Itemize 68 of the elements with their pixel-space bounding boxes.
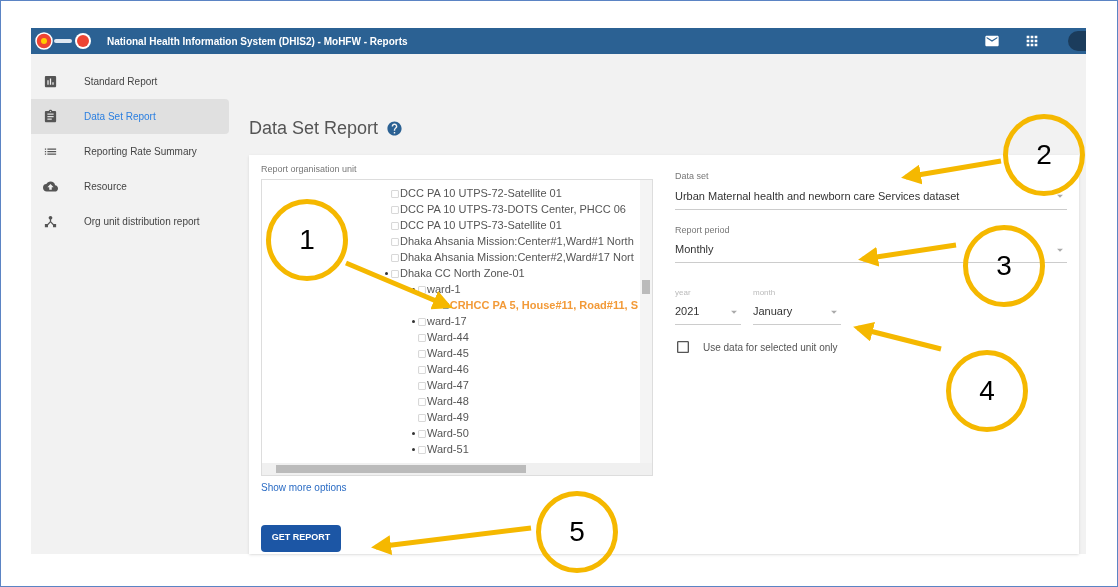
checkbox[interactable] bbox=[390, 236, 400, 247]
annotation-callout: 1 bbox=[266, 199, 348, 281]
tree-item[interactable]: Dhaka Ahsania Mission:Center#2,Ward#17 Nort bbox=[400, 249, 634, 266]
checkbox[interactable] bbox=[390, 268, 400, 279]
expand-bullet-icon[interactable] bbox=[411, 448, 415, 451]
tree-item[interactable]: DCC PA 10 UTPS-72-Satellite 01 bbox=[400, 185, 562, 202]
help-icon[interactable] bbox=[386, 119, 404, 137]
tree-item[interactable]: DCC PA 10 UTPS-73-Satellite 01 bbox=[400, 217, 562, 234]
annotation-callout: 2 bbox=[1003, 114, 1085, 196]
tree-item[interactable]: Ward-47 bbox=[427, 377, 469, 394]
checkbox[interactable] bbox=[417, 428, 427, 439]
expand-bullet-icon[interactable] bbox=[411, 432, 415, 435]
checkbox-label: Use data for selected unit only bbox=[703, 340, 838, 355]
checkbox[interactable] bbox=[390, 188, 400, 199]
checkbox[interactable] bbox=[417, 284, 427, 295]
year-select[interactable]: 2021 bbox=[675, 299, 741, 325]
tree-item[interactable]: Dhaka CC North Zone-01 bbox=[400, 265, 525, 282]
checkbox[interactable] bbox=[390, 204, 400, 215]
checkbox[interactable] bbox=[417, 412, 427, 423]
apps-grid-icon[interactable] bbox=[1024, 33, 1040, 49]
chart-icon bbox=[43, 74, 58, 89]
expand-bullet-icon[interactable] bbox=[411, 320, 415, 323]
tree-item[interactable]: Ward-51 bbox=[427, 441, 469, 458]
checkbox[interactable] bbox=[417, 316, 427, 327]
clipboard-icon bbox=[43, 109, 58, 124]
network-icon bbox=[43, 214, 58, 229]
checkbox[interactable] bbox=[390, 220, 400, 231]
sidebar-item[interactable]: Org unit distribution report bbox=[31, 204, 229, 239]
tree-item[interactable]: Ward-44 bbox=[427, 329, 469, 346]
tree-item[interactable]: Ward-48 bbox=[427, 393, 469, 410]
vertical-scrollbar[interactable] bbox=[640, 179, 652, 464]
checkbox[interactable] bbox=[417, 364, 427, 375]
field-label: Report period bbox=[675, 223, 730, 237]
field-label: year bbox=[675, 287, 691, 299]
tree-item[interactable]: Dhaka Ahsania Mission:Center#1,Ward#1 North bbox=[400, 233, 634, 250]
checkbox[interactable] bbox=[675, 339, 691, 355]
tree-item[interactable]: Ward-49 bbox=[427, 409, 469, 426]
page-title: Data Set Report bbox=[249, 116, 379, 140]
sidebar-item[interactable]: Standard Report bbox=[31, 64, 229, 99]
app-title: National Health Information System (DHIS2) - MoHFW - Reports bbox=[107, 34, 408, 49]
month-select[interactable]: January bbox=[753, 299, 841, 325]
checkbox[interactable] bbox=[417, 380, 427, 391]
tree-item[interactable]: Ward-46 bbox=[427, 361, 469, 378]
field-label: Report organisation unit bbox=[261, 163, 358, 176]
horizontal-scrollbar[interactable] bbox=[262, 462, 652, 475]
cloud-upload-icon bbox=[43, 179, 58, 194]
checkbox[interactable] bbox=[417, 332, 427, 343]
checkbox[interactable] bbox=[390, 252, 400, 263]
tree-item[interactable]: Ward-50 bbox=[427, 425, 469, 442]
sidebar-item[interactable]: Reporting Rate Summary bbox=[31, 134, 229, 169]
field-label: Data set bbox=[675, 170, 709, 183]
field-label: month bbox=[753, 287, 776, 299]
checkbox[interactable] bbox=[417, 444, 427, 455]
get-report-button[interactable]: GET REPORT bbox=[261, 524, 341, 552]
annotation-callout: 4 bbox=[946, 350, 1028, 432]
tree-item[interactable]: Ward-45 bbox=[427, 345, 469, 362]
data-set-select[interactable]: Urban Maternal health and newborn care Services dataset bbox=[675, 183, 1067, 210]
sidebar-item[interactable]: Resource bbox=[31, 169, 229, 204]
tree-item[interactable]: ward-17 bbox=[427, 313, 467, 330]
mail-icon[interactable] bbox=[984, 33, 1000, 49]
checkbox[interactable] bbox=[417, 348, 427, 359]
expand-bullet-icon[interactable] bbox=[384, 272, 388, 275]
annotation-callout: 3 bbox=[963, 225, 1045, 307]
checkbox[interactable] bbox=[417, 396, 427, 407]
annotation-callout: 5 bbox=[536, 491, 618, 573]
tree-item[interactable]: DCC PA 10 UTPS-73-DOTS Center, PHCC 06 bbox=[400, 201, 626, 218]
avatar[interactable] bbox=[1068, 31, 1086, 51]
tree-item[interactable]: ward-1 bbox=[427, 281, 461, 298]
